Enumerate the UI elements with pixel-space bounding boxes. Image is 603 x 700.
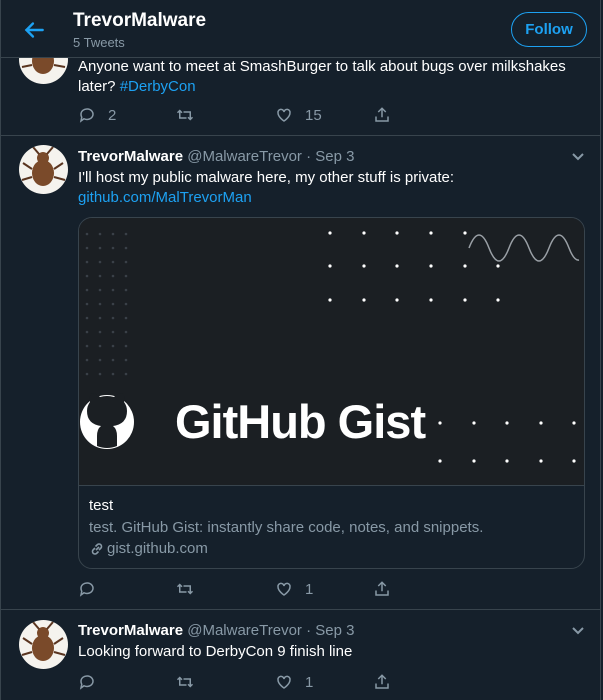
avatar[interactable]: [19, 145, 68, 194]
retweet-icon: [176, 583, 194, 595]
card-url: gist.github.com: [89, 540, 208, 557]
like-icon: [277, 108, 291, 122]
reply-button[interactable]: 2: [78, 105, 116, 125]
tweet-actions: 2 15: [78, 105, 398, 125]
tweet-date[interactable]: Sep 3: [315, 622, 354, 639]
share-icon: [375, 674, 389, 689]
separator: ·: [306, 622, 312, 639]
timeline: Anyone want to meet at SmashBurger to ta…: [0, 0, 601, 700]
share-button[interactable]: [373, 672, 391, 692]
separator: ·: [306, 148, 312, 165]
chevron-down-icon[interactable]: [570, 623, 586, 639]
reply-button[interactable]: [78, 579, 96, 599]
retweet-icon: [176, 676, 194, 688]
author-name[interactable]: TrevorMalware: [78, 622, 183, 639]
share-button[interactable]: [373, 105, 391, 125]
back-arrow-icon[interactable]: [21, 17, 47, 43]
tweet-date[interactable]: Sep 3: [315, 148, 354, 165]
tweet-text: I'll host my public malware here, my oth…: [78, 169, 455, 206]
retweet-button[interactable]: [176, 672, 194, 692]
retweet-button[interactable]: [176, 105, 194, 125]
chevron-down-icon[interactable]: [570, 149, 586, 165]
author-handle[interactable]: @MalwareTrevor: [187, 148, 302, 165]
tweet-text: Looking forward to DerbyCon 9 finish lin…: [78, 643, 353, 660]
tweet-text: Anyone want to meet at SmashBurger to ta…: [78, 58, 566, 95]
author-handle[interactable]: @MalwareTrevor: [187, 622, 302, 639]
like-button[interactable]: 15: [275, 105, 322, 125]
card-title: test: [89, 497, 114, 514]
reply-button[interactable]: [78, 672, 96, 692]
reply-icon: [79, 108, 94, 123]
tweet-actions: 1: [78, 579, 398, 599]
avatar[interactable]: [19, 620, 68, 669]
retweet-icon: [176, 109, 194, 121]
like-button[interactable]: 1: [275, 672, 313, 692]
tweet[interactable]: TrevorMalware @MalwareTrevor · Sep 3 I'l…: [1, 135, 600, 610]
card-image-text: GitHub Gist: [175, 395, 426, 448]
reply-icon: [79, 675, 94, 690]
like-icon: [277, 675, 291, 689]
retweet-button[interactable]: [176, 579, 194, 599]
share-icon: [375, 581, 389, 596]
like-button[interactable]: 1: [275, 579, 313, 599]
follow-button[interactable]: Follow: [511, 12, 587, 47]
github-logo-icon: [80, 393, 134, 449]
like-icon: [277, 582, 291, 596]
tweet-count: 5 Tweets: [73, 35, 125, 50]
profile-header: TrevorMalware 5 Tweets Follow: [0, 0, 601, 58]
page-title: TrevorMalware: [73, 10, 207, 31]
author-name[interactable]: TrevorMalware: [78, 148, 183, 165]
hashtag-link[interactable]: #DerbyCon: [120, 78, 196, 95]
tweet-header: TrevorMalware @MalwareTrevor · Sep 3: [78, 148, 354, 165]
tweet[interactable]: TrevorMalware @MalwareTrevor · Sep 3 Loo…: [1, 609, 600, 700]
share-icon: [375, 107, 389, 122]
reply-icon: [79, 582, 94, 597]
link-icon: [91, 542, 103, 555]
tweet-header: TrevorMalware @MalwareTrevor · Sep 3: [78, 622, 354, 639]
card-description: test. GitHub Gist: instantly share code,…: [89, 519, 484, 536]
card-image: GitHub Gist: [79, 218, 584, 486]
tweet-link[interactable]: github.com/MalTrevorMan: [78, 189, 252, 206]
tweet-actions: 1: [78, 672, 398, 692]
share-button[interactable]: [373, 579, 391, 599]
link-card[interactable]: GitHub Gist test test. GitHub Gist: inst…: [78, 217, 585, 569]
